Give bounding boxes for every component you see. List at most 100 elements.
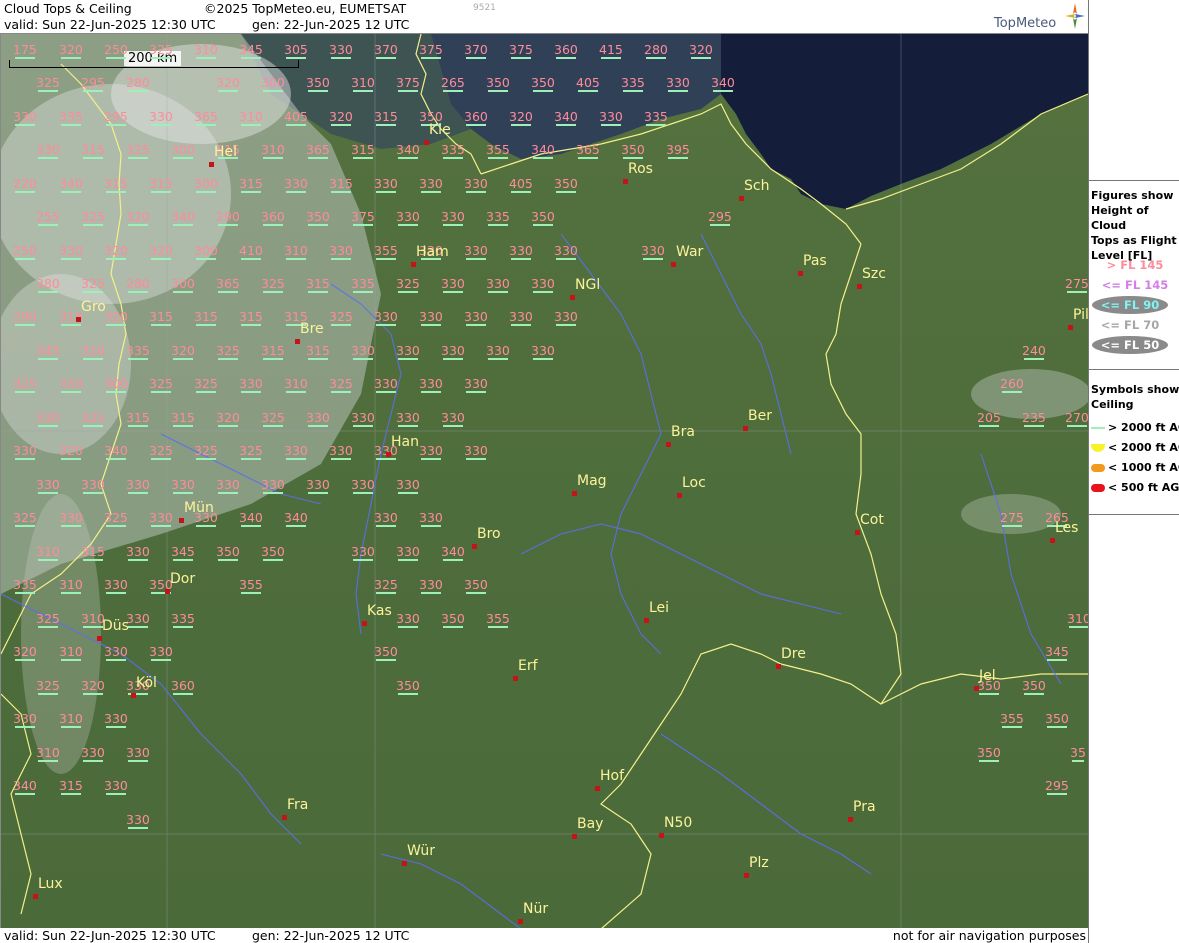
cloud-top-label: 365 xyxy=(194,109,218,126)
cloud-top-label: 280 xyxy=(126,75,150,92)
cloud-top-label: 355 xyxy=(486,611,510,628)
city-label: Sch xyxy=(744,178,770,194)
city-label: Ham xyxy=(416,244,449,260)
copyright-text: ©2025 TopMeteo.eu, EUMETSAT xyxy=(204,1,407,16)
cloud-top-label: 325 xyxy=(81,209,105,226)
footer-generated-time: gen: 22-Jun-2025 12 UTC xyxy=(252,928,410,943)
city-marker-icon xyxy=(131,693,136,698)
cloud-top-label: 315 xyxy=(239,309,263,326)
cloud-top-label: 330 xyxy=(641,243,665,260)
cloud-top-label: 340 xyxy=(13,778,37,795)
cloud-top-label: 300 xyxy=(104,376,128,393)
cloud-top-label: 320 xyxy=(216,410,240,427)
city-marker-icon xyxy=(411,262,416,267)
cloud-top-label: 330 xyxy=(486,343,510,360)
cloud-top-label: 330 xyxy=(104,711,128,728)
satellite-map[interactable]: 200 km 175 320 250 325 310 345 305 330 370 375 370… xyxy=(0,33,1089,930)
city-marker-icon xyxy=(295,339,300,344)
cloud-top-label: 320 xyxy=(81,678,105,695)
cloud-top-label: 330 xyxy=(374,309,398,326)
cloud-top-label: 360 xyxy=(554,42,578,59)
city-label: Köl xyxy=(136,675,157,691)
cloud-top-label: 340 xyxy=(104,443,128,460)
cloud-top-label: 315 xyxy=(126,410,150,427)
cloud-top-label: 340 xyxy=(284,510,308,527)
cloud-top-label: 330 xyxy=(149,644,173,661)
city-label: War xyxy=(676,244,704,260)
city-label: Bra xyxy=(671,424,695,440)
legend-figures-line-1: Figures show xyxy=(1091,189,1174,202)
cloud-top-label: 330 xyxy=(351,410,375,427)
footer-disclaimer: not for air navigation purposes xyxy=(892,928,1086,943)
cloud-top-label: 375 xyxy=(396,75,420,92)
footer-valid-time: valid: Sun 22-Jun-2025 12:30 UTC xyxy=(4,928,216,943)
cloud-top-label: 315 xyxy=(104,176,128,193)
cloud-top-label: 330 xyxy=(13,109,37,126)
cloud-top-label: 355 xyxy=(239,577,263,594)
cloud-top-label: 315 xyxy=(306,343,330,360)
cloud-top-label: 405 xyxy=(509,176,533,193)
city-label: Pra xyxy=(853,799,876,815)
cloud-top-label: 330 xyxy=(464,376,488,393)
cloud-top-label: 205 xyxy=(977,410,1001,427)
cloud-top-label: 330 xyxy=(396,410,420,427)
cloud-top-label: 325 xyxy=(216,343,240,360)
cloud-top-label: 320 xyxy=(689,42,713,59)
cloud-top-label: 335 xyxy=(59,109,83,126)
cloud-top-label: 365 xyxy=(576,142,600,159)
legend-ceiling-below-1000: < 1000 ft AGL xyxy=(1091,461,1179,474)
legend-figures-line-2: Height of Cloud xyxy=(1091,204,1149,232)
ceiling-red-icon xyxy=(1091,484,1105,492)
cloud-top-label: 325 xyxy=(374,577,398,594)
city-marker-icon xyxy=(671,262,676,267)
cloud-top-label: 325 xyxy=(194,443,218,460)
city-marker-icon xyxy=(739,196,744,201)
cloud-top-label: 330 xyxy=(531,276,555,293)
cloud-top-label: 310 xyxy=(81,343,105,360)
cloud-top-label: 295 xyxy=(104,109,128,126)
legend-fl-50: <= FL 50 xyxy=(1100,338,1160,352)
cloud-top-label: 330 xyxy=(419,176,443,193)
cloud-top-label: 340 xyxy=(396,142,420,159)
city-label: Kie xyxy=(429,122,451,138)
cloud-top-label: 330 xyxy=(284,176,308,193)
cloud-top-label: 310 xyxy=(239,109,263,126)
cloud-top-label: 335 xyxy=(13,577,37,594)
cloud-top-label: 330 xyxy=(464,243,488,260)
legend-fl-145: <= FL 145 xyxy=(1101,278,1169,292)
cloud-top-label: 260 xyxy=(1000,376,1024,393)
city-marker-icon xyxy=(362,621,367,626)
city-label: Ber xyxy=(748,408,772,424)
cloud-top-label: 320 xyxy=(104,243,128,260)
cloud-top-label: 325 xyxy=(194,376,218,393)
cloud-top-label: 325 xyxy=(13,376,37,393)
city-marker-icon xyxy=(857,284,862,289)
cloud-top-label: 330 xyxy=(104,778,128,795)
cloud-top-label: 330 xyxy=(464,176,488,193)
cloud-top-label: 330 xyxy=(104,577,128,594)
city-label: Plz xyxy=(749,855,769,871)
cloud-top-label: 250 xyxy=(104,42,128,59)
city-label: Ros xyxy=(628,161,653,177)
city-marker-icon xyxy=(97,636,102,641)
cloud-top-label: 350 xyxy=(261,544,285,561)
city-marker-icon xyxy=(33,894,38,899)
city-marker-icon xyxy=(855,530,860,535)
cloud-top-label: 340 xyxy=(531,142,555,159)
cloud-top-label: 350 xyxy=(464,577,488,594)
city-label: Cot xyxy=(860,512,884,528)
city-marker-icon xyxy=(744,873,749,878)
city-label: Düs xyxy=(102,618,129,634)
cloud-top-label: 310 xyxy=(59,711,83,728)
cloud-top-label: 345 xyxy=(36,343,60,360)
cloud-top-label: 330 xyxy=(509,243,533,260)
cloud-top-label: 330 xyxy=(306,477,330,494)
cloud-top-label: 320 xyxy=(329,109,353,126)
cloud-top-label: 330 xyxy=(351,544,375,561)
cloud-top-label: 305 xyxy=(284,42,308,59)
cloud-top-label: 350 xyxy=(977,745,1001,762)
cloud-top-label: 310 xyxy=(284,243,308,260)
cloud-top-label: 310 xyxy=(261,142,285,159)
city-marker-icon xyxy=(743,426,748,431)
city-marker-icon xyxy=(386,452,391,457)
